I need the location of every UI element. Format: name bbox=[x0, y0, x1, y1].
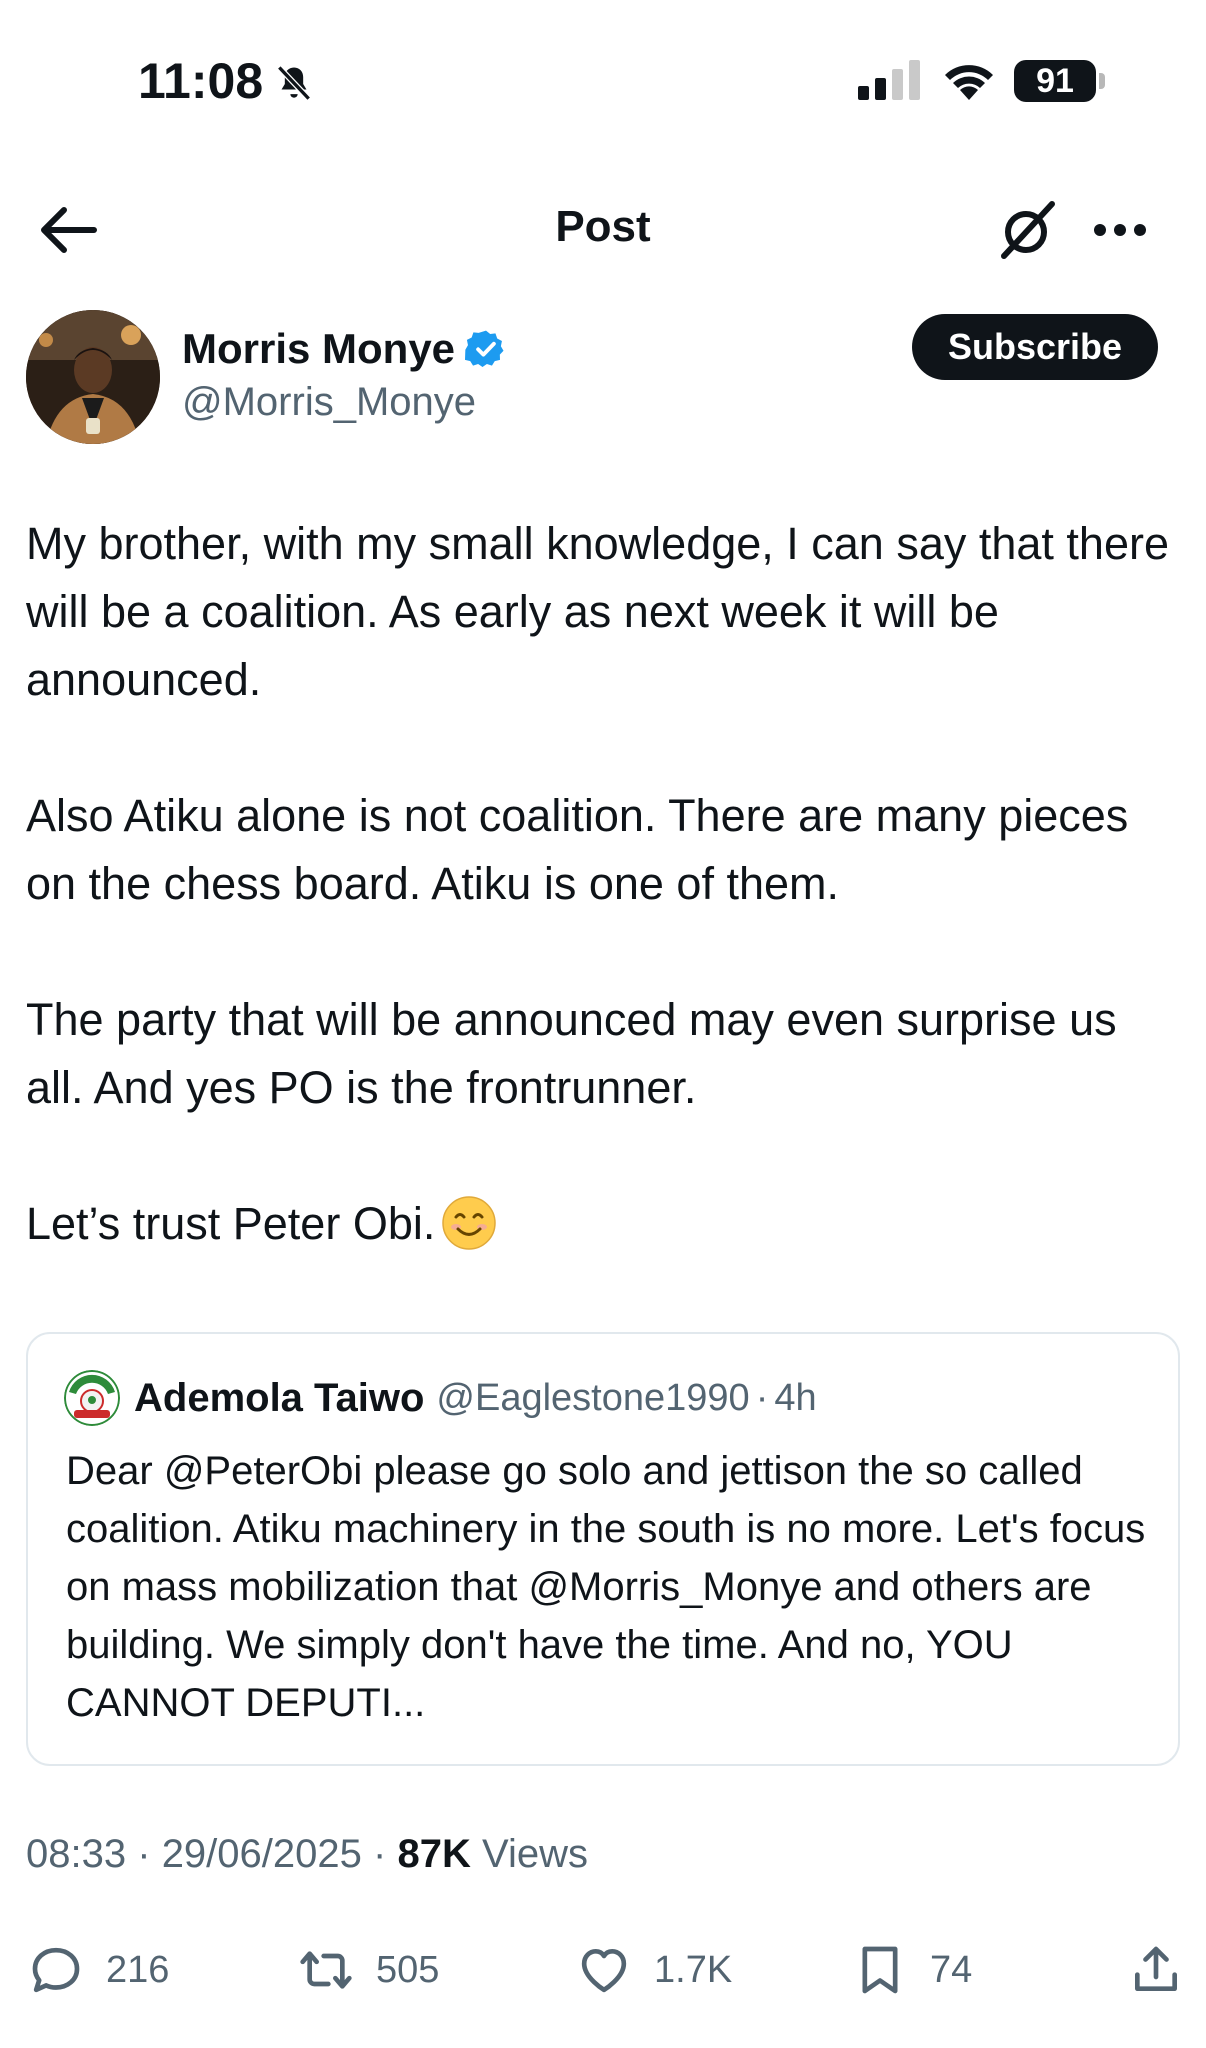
share-button[interactable] bbox=[1128, 1930, 1184, 2010]
like-count: 1.7K bbox=[654, 1948, 733, 1991]
bookmark-icon bbox=[862, 1946, 898, 1994]
battery-level: 91 bbox=[1014, 60, 1096, 102]
post-header: Post bbox=[0, 180, 1206, 280]
status-time: 11:08 bbox=[138, 53, 264, 109]
like-button[interactable]: 1.7K bbox=[576, 1930, 732, 2010]
battery-cap bbox=[1099, 73, 1105, 89]
post-paragraph: Let’s trust Peter Obi. bbox=[26, 1198, 436, 1249]
smiling-face-emoji-icon bbox=[442, 1196, 497, 1250]
views-label: Views bbox=[481, 1832, 588, 1876]
post-meta: 08:33 · 29/06/2025 · 87K Views bbox=[26, 1832, 588, 1877]
repost-button[interactable]: 505 bbox=[298, 1930, 439, 2010]
post-date: 29/06/2025 bbox=[161, 1832, 362, 1876]
verified-badge-icon bbox=[465, 330, 504, 368]
quoted-post-header: Ademola Taiwo @Eaglestone1990 · 4h bbox=[64, 1370, 817, 1426]
quote-text: Dear @PeterObi please go solo and jettis… bbox=[66, 1449, 1146, 1725]
quote-author-handle[interactable]: @Eaglestone1990 bbox=[436, 1377, 749, 1420]
avatar[interactable] bbox=[26, 310, 160, 444]
bell-slash-icon bbox=[277, 65, 311, 101]
repost-icon bbox=[300, 1951, 352, 1989]
share-icon bbox=[1135, 1946, 1177, 1991]
author-handle[interactable]: @Morris_Monye bbox=[182, 380, 476, 425]
post-paragraph: Also Atiku alone is not coalition. There… bbox=[26, 790, 1129, 909]
bookmark-button[interactable]: 74 bbox=[852, 1930, 972, 2010]
quoted-post[interactable]: Ademola Taiwo @Eaglestone1990 · 4h Dear … bbox=[26, 1332, 1180, 1766]
views-count[interactable]: 87K bbox=[397, 1832, 470, 1876]
avatar-photo bbox=[26, 310, 160, 444]
meta-separator: · bbox=[373, 1832, 387, 1876]
action-bar: 216 505 1.7K 74 bbox=[0, 1930, 1206, 2010]
reply-count: 216 bbox=[106, 1948, 170, 1991]
bookmark-count: 74 bbox=[930, 1948, 973, 1991]
like-icon bbox=[581, 1949, 627, 1993]
repost-count: 505 bbox=[376, 1948, 440, 1991]
author-name-row: Morris Monye bbox=[182, 322, 507, 376]
subscribe-button[interactable]: Subscribe bbox=[912, 314, 1158, 380]
post-paragraph: My brother, with my small knowledge, I c… bbox=[26, 518, 1169, 705]
signal-icon bbox=[858, 60, 920, 100]
meta-separator: · bbox=[137, 1832, 151, 1876]
post-paragraph: The party that will be announced may eve… bbox=[26, 994, 1117, 1113]
quote-separator: · bbox=[755, 1376, 769, 1419]
wifi-icon bbox=[945, 65, 993, 100]
quote-author-name[interactable]: Ademola Taiwo bbox=[134, 1376, 424, 1421]
post-time: 08:33 bbox=[26, 1832, 127, 1876]
quote-timestamp: 4h bbox=[774, 1376, 817, 1419]
status-bar: 11:08 91 bbox=[0, 0, 1206, 170]
battery-icon: 91 bbox=[1014, 60, 1106, 102]
reply-icon bbox=[32, 1947, 80, 1993]
quote-avatar[interactable] bbox=[64, 1370, 120, 1426]
grok-icon[interactable] bbox=[996, 198, 1060, 262]
more-icon[interactable] bbox=[1088, 202, 1152, 258]
reply-button[interactable]: 216 bbox=[28, 1930, 169, 2010]
author-name[interactable]: Morris Monye bbox=[182, 325, 455, 373]
post-paragraph-last: Let’s trust Peter Obi. bbox=[26, 1190, 1186, 1258]
post-text: My brother, with my small knowledge, I c… bbox=[26, 510, 1186, 1258]
